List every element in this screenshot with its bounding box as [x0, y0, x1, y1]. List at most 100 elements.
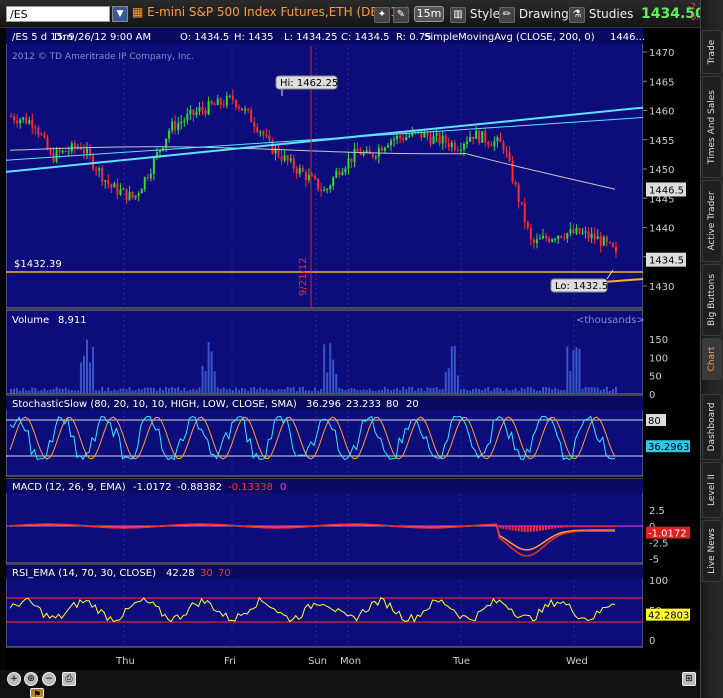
macd-histogram-bar — [368, 525, 371, 527]
candle-body — [554, 239, 557, 241]
volume-bar — [508, 390, 511, 394]
price-tick-label: 1465 — [649, 77, 674, 88]
header-field: SimpleMovingAvg (CLOSE, 200, 0) — [424, 32, 595, 43]
volume-bar — [131, 390, 134, 394]
zoom-out-icon[interactable]: − — [42, 672, 56, 686]
volume-bar — [320, 388, 323, 394]
volume-bar — [168, 388, 171, 394]
volume-bar — [195, 389, 198, 394]
low-label: Lo: 1432.5 — [555, 281, 608, 292]
alert-icon[interactable]: ⚑ — [30, 688, 44, 698]
style-icon: ▥ — [450, 6, 466, 23]
candle-body — [61, 150, 64, 153]
chart-area[interactable]: 147014651460145514501445144014351430$143… — [6, 28, 698, 670]
tab-big-buttons[interactable]: Big Buttons — [702, 264, 722, 336]
tab-dashboard[interactable]: Dashboard — [702, 394, 722, 460]
volume-bar — [98, 390, 101, 394]
volume-bar — [569, 371, 572, 394]
print-icon[interactable]: ⎙ — [62, 672, 76, 686]
volume-bar — [472, 388, 475, 394]
candle-body — [82, 149, 85, 154]
tab-active-trader[interactable]: Active Trader — [702, 180, 722, 262]
volume-bar — [247, 390, 250, 394]
volume-bar — [462, 388, 465, 394]
macd-histogram-bar — [526, 526, 529, 532]
volume-bar — [268, 389, 271, 394]
volume-bar — [198, 387, 201, 394]
candle-body — [493, 141, 496, 147]
volume-bar — [301, 386, 304, 394]
volume-bar — [76, 390, 79, 394]
price-tick-label: 1430 — [649, 282, 674, 293]
tab-level-ii[interactable]: Level II — [702, 462, 722, 518]
volume-bar — [64, 387, 67, 394]
candle-body — [225, 95, 228, 106]
drawings-button[interactable]: ✏ Drawings — [499, 5, 575, 23]
candle-body — [244, 108, 247, 111]
volume-bar — [104, 390, 107, 394]
macd-histogram-bar — [134, 526, 137, 527]
candle-body — [450, 142, 453, 148]
candle-body — [219, 98, 222, 105]
candle-body — [593, 233, 596, 240]
style-button[interactable]: ▥ Style — [450, 5, 500, 23]
lock-icon[interactable]: ⊞ — [682, 672, 696, 686]
chart-canvas[interactable]: 147014651460145514501445144014351430$143… — [6, 28, 698, 670]
candle-body — [234, 100, 237, 107]
pencil-icon: ✏ — [499, 6, 515, 23]
candle-body — [478, 130, 481, 143]
tab-live-news[interactable]: Live News — [702, 520, 722, 582]
tab-times-and-sales[interactable]: Times And Sales — [702, 76, 722, 178]
candle-body — [611, 242, 614, 247]
zoom-in-icon[interactable]: + — [7, 672, 21, 686]
tab-chart[interactable]: Chart — [702, 338, 722, 380]
volume-bar — [22, 387, 25, 394]
candle-body — [542, 235, 544, 239]
candle-body — [511, 160, 514, 183]
candle-body — [462, 143, 465, 150]
tools-button[interactable]: ✎ — [393, 5, 409, 23]
volume-bar — [538, 390, 541, 394]
volume-bar — [79, 362, 82, 394]
volume-bar — [326, 372, 329, 394]
symbol-input[interactable]: /ES — [6, 6, 110, 22]
macd-histogram-bar — [201, 525, 204, 527]
candle-body — [95, 168, 98, 171]
candle-body — [405, 136, 408, 141]
macd-avg-value: -0.88382 — [177, 482, 222, 493]
candle-body — [374, 156, 377, 158]
candle-body — [143, 177, 146, 190]
candle-body — [608, 242, 611, 244]
volume-bar — [487, 386, 490, 394]
volume-bar — [46, 390, 49, 394]
candle-body — [186, 114, 189, 121]
app-window: /ES ▼ ▦ E-mini S&P 500 Index Futures,ETH… — [0, 0, 723, 698]
volume-bar — [207, 342, 210, 394]
volume-bar — [189, 389, 192, 394]
tab-trade[interactable]: Trade — [702, 30, 722, 74]
candle-body — [265, 135, 268, 137]
volume-bar — [192, 388, 195, 394]
candle-body — [441, 135, 444, 144]
volume-bar — [602, 388, 605, 394]
candle-body — [113, 183, 116, 188]
symbol-dropdown-icon[interactable]: ▼ — [112, 6, 128, 22]
volume-bar — [292, 386, 295, 394]
rsi-tick-label: 0 — [649, 636, 655, 647]
studies-button[interactable]: ⚗ Studies — [569, 5, 633, 23]
candle-body — [262, 131, 265, 136]
volume-bar — [505, 388, 508, 394]
volume-bar — [310, 390, 313, 394]
grid-button[interactable]: ✦ — [374, 5, 390, 23]
target-icon[interactable]: ⊕ — [24, 672, 38, 686]
rsi-value-tag-label: 42.2803 — [648, 611, 689, 622]
candle-body — [222, 104, 225, 106]
macd-histogram-bar — [113, 526, 116, 527]
tab-big-buttons-label: Big Buttons — [707, 273, 717, 327]
volume-bar — [383, 386, 386, 394]
volume-bar — [593, 387, 596, 394]
timeframe-button[interactable]: 15m — [414, 6, 444, 22]
candle-body — [602, 236, 605, 246]
volume-bar — [219, 388, 222, 394]
macd-histogram-bar — [61, 525, 64, 527]
